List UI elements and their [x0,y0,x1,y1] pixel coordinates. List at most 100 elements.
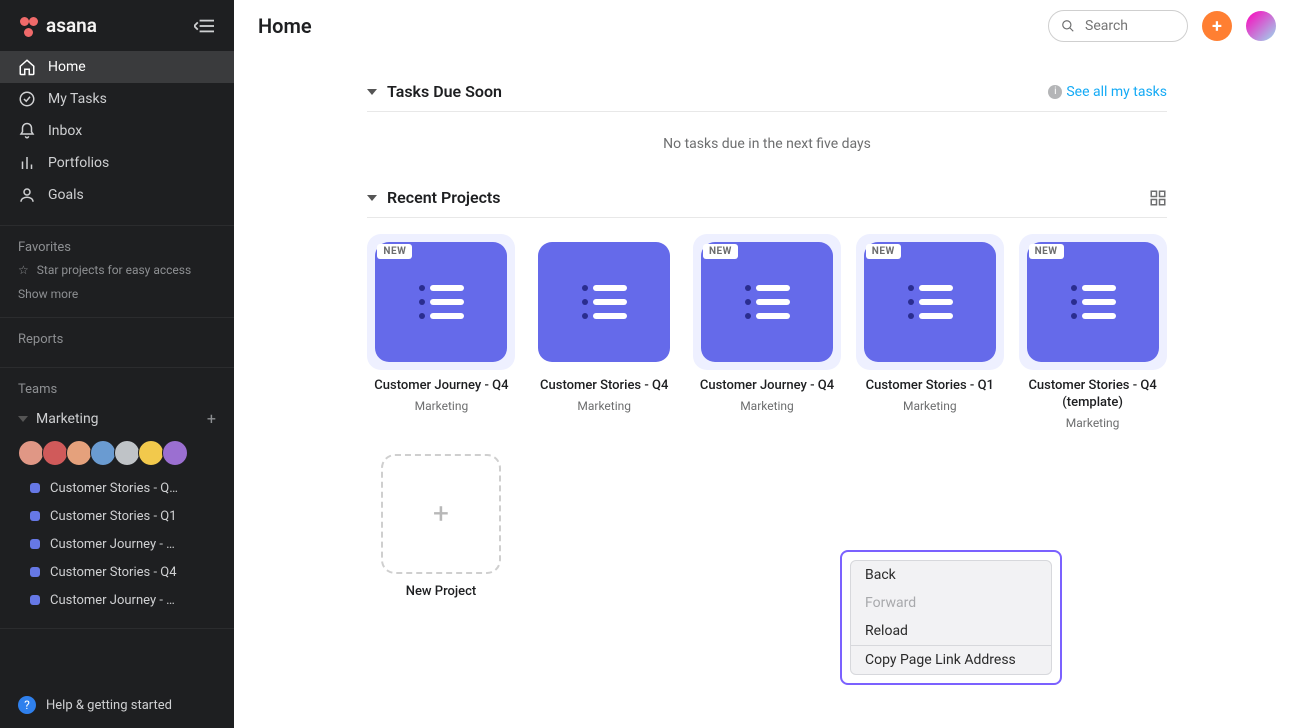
team-member-avatar[interactable] [66,440,92,466]
sidebar-project-item[interactable]: Customer Stories - Q4 [0,558,234,586]
grid-view-toggle-icon[interactable] [1149,189,1167,207]
project-label: Customer Stories - Q1 [50,509,177,524]
nav-item-inbox[interactable]: Inbox [0,115,234,147]
collapse-sidebar-icon[interactable] [194,17,216,35]
project-title: Customer Journey - Q4 [700,378,834,395]
project-tile-wrap: NEW [367,234,515,370]
help-getting-started[interactable]: ? Help & getting started [18,696,216,714]
team-member-avatar[interactable] [42,440,68,466]
check-circle-icon [18,90,36,108]
nav-item-goals[interactable]: Goals [0,179,234,211]
project-color-dot [30,595,40,605]
see-all-tasks-link[interactable]: i See all my tasks [1048,84,1167,100]
team-name: Marketing [36,411,99,427]
project-title: Customer Journey - Q4 [374,378,508,395]
list-icon [414,280,468,324]
project-label: Customer Stories - Q… [50,481,178,496]
sidebar-project-item[interactable]: Customer Stories - Q… [0,474,234,502]
project-card[interactable]: NEWCustomer Journey - Q4Marketing [693,234,842,430]
global-add-button[interactable]: + [1202,11,1232,41]
project-label: Customer Stories - Q4 [50,565,177,580]
add-to-team-icon[interactable]: + [207,409,216,428]
context-menu-item-copy-page-link-address[interactable]: Copy Page Link Address [851,646,1051,674]
project-tile [1027,242,1159,362]
list-icon [740,280,794,324]
project-title: Customer Stories - Q1 [866,378,994,395]
team-member-avatar[interactable] [18,440,44,466]
search-box[interactable] [1048,10,1188,42]
project-color-dot [30,539,40,549]
search-icon [1061,19,1075,33]
nav-label: Goals [48,187,84,203]
caret-down-icon [18,416,28,422]
team-member-avatar[interactable] [138,440,164,466]
reports-header[interactable]: Reports [0,318,234,353]
team-marketing-header[interactable]: Marketing + [0,403,234,434]
project-color-dot [30,483,40,493]
nav-label: Portfolios [48,155,109,171]
project-card[interactable]: Customer Stories - Q4Marketing [530,234,679,430]
page-title: Home [258,14,312,38]
project-card[interactable]: NEWCustomer Stories - Q4 (template)Marke… [1018,234,1167,430]
project-tile-wrap: NEW [856,234,1004,370]
new-project-label: New Project [406,584,477,599]
context-menu: BackForwardReloadCopy Page Link Address [850,560,1052,675]
nav-item-home[interactable]: Home [0,51,234,83]
caret-down-icon[interactable] [367,89,377,95]
main: Home + Tasks Due Soon i See all my [234,0,1300,728]
project-team-label: Marketing [415,399,469,413]
star-icon: ☆ [18,263,29,277]
project-card[interactable]: NEW Customer Journey - Q4 Marketing [367,234,516,430]
project-label: Customer Journey - … [50,593,175,608]
team-member-avatar[interactable] [90,440,116,466]
team-avatar-row [0,434,234,474]
context-menu-item-reload[interactable]: Reload [851,617,1051,645]
favorites-show-more[interactable]: Show more [0,279,234,303]
person-icon [18,186,36,204]
sidebar-project-item[interactable]: Customer Journey - … [0,530,234,558]
sidebar-project-item[interactable]: Customer Journey - … [0,586,234,614]
logo-text: asana [46,14,97,37]
nav-label: Inbox [48,123,82,139]
new-badge: NEW [703,244,738,259]
user-avatar[interactable] [1246,11,1276,41]
info-icon: i [1048,85,1062,99]
tasks-due-title: Tasks Due Soon [387,82,502,101]
project-card[interactable]: NEW Customer Stories - Q1 Marketing [855,234,1004,430]
favorites-empty-hint: ☆ Star projects for easy access [0,261,234,279]
search-input[interactable] [1083,17,1173,35]
favorites-header[interactable]: Favorites [0,226,234,261]
sidebar-header: asana [0,0,234,47]
caret-down-icon[interactable] [367,195,377,201]
team-member-avatar[interactable] [114,440,140,466]
context-menu-item-back[interactable]: Back [851,561,1051,589]
bell-icon [18,122,36,140]
project-title: Customer Stories - Q4 [540,378,668,395]
project-tile [701,242,833,362]
nav-label: My Tasks [48,91,107,107]
project-tile [864,242,996,362]
sidebar: asana Home My Tasks Inbox Portfolios Goals F… [0,0,234,728]
project-team-label: Marketing [903,399,957,413]
topbar: Home + [234,0,1300,52]
team-member-avatar[interactable] [162,440,188,466]
nav-item-my-tasks[interactable]: My Tasks [0,83,234,115]
list-icon [1066,280,1120,324]
logo-icon [18,15,40,37]
list-icon [903,280,957,324]
tasks-due-empty: No tasks due in the next five days [367,112,1167,188]
project-color-dot [30,567,40,577]
asana-logo[interactable]: asana [18,14,97,37]
sidebar-project-item[interactable]: Customer Stories - Q1 [0,502,234,530]
help-icon: ? [18,696,36,714]
project-tile-wrap: NEW [693,234,841,370]
new-badge: NEW [1029,244,1064,259]
project-tile [375,242,507,362]
project-color-dot [30,511,40,521]
new-project-card[interactable]: + New Project [367,454,515,599]
nav-item-portfolios[interactable]: Portfolios [0,147,234,179]
home-icon [18,58,36,76]
nav-label: Home [48,59,86,75]
teams-header[interactable]: Teams [0,368,234,403]
new-badge: NEW [866,244,901,259]
